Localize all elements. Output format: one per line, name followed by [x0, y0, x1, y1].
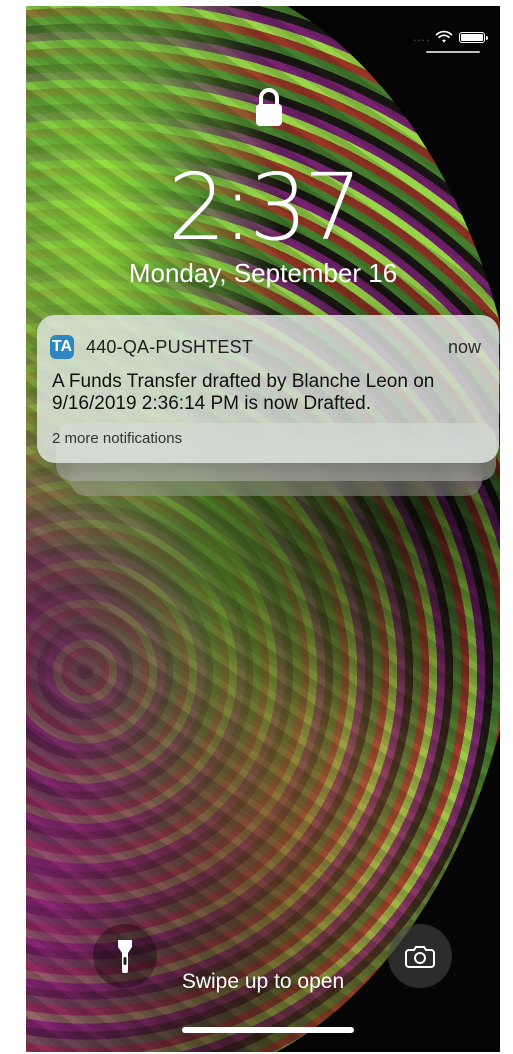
lock-icon: [256, 88, 282, 126]
notification-time: now: [447, 337, 481, 357]
signal-dots: ....: [413, 30, 431, 44]
flashlight-icon: [118, 940, 132, 973]
battery-icon: [459, 32, 488, 43]
notification-app-name: 440-QA-PUSHTEST: [86, 337, 254, 357]
camera-icon: [405, 946, 435, 968]
control-center-indicator[interactable]: [426, 51, 480, 53]
notification-message: A Funds Transfer drafted by Blanche Leon…: [52, 371, 435, 414]
swipe-up-hint: Swipe up to open: [181, 970, 345, 993]
app-icon: TA: [50, 335, 74, 359]
lock-screen: .... 2:37 Monday, September 16 TA 440-QA…: [26, 6, 500, 1052]
home-indicator[interactable]: [182, 1027, 354, 1033]
wifi-icon: [435, 30, 453, 43]
lock-screen-time: 2:37: [167, 154, 363, 261]
notification-card[interactable]: TA 440-QA-PUSHTEST now A Funds Transfer …: [37, 315, 499, 463]
more-notifications-label: 2 more notifications: [52, 430, 183, 447]
lock-screen-date: Monday, September 16: [128, 258, 398, 288]
